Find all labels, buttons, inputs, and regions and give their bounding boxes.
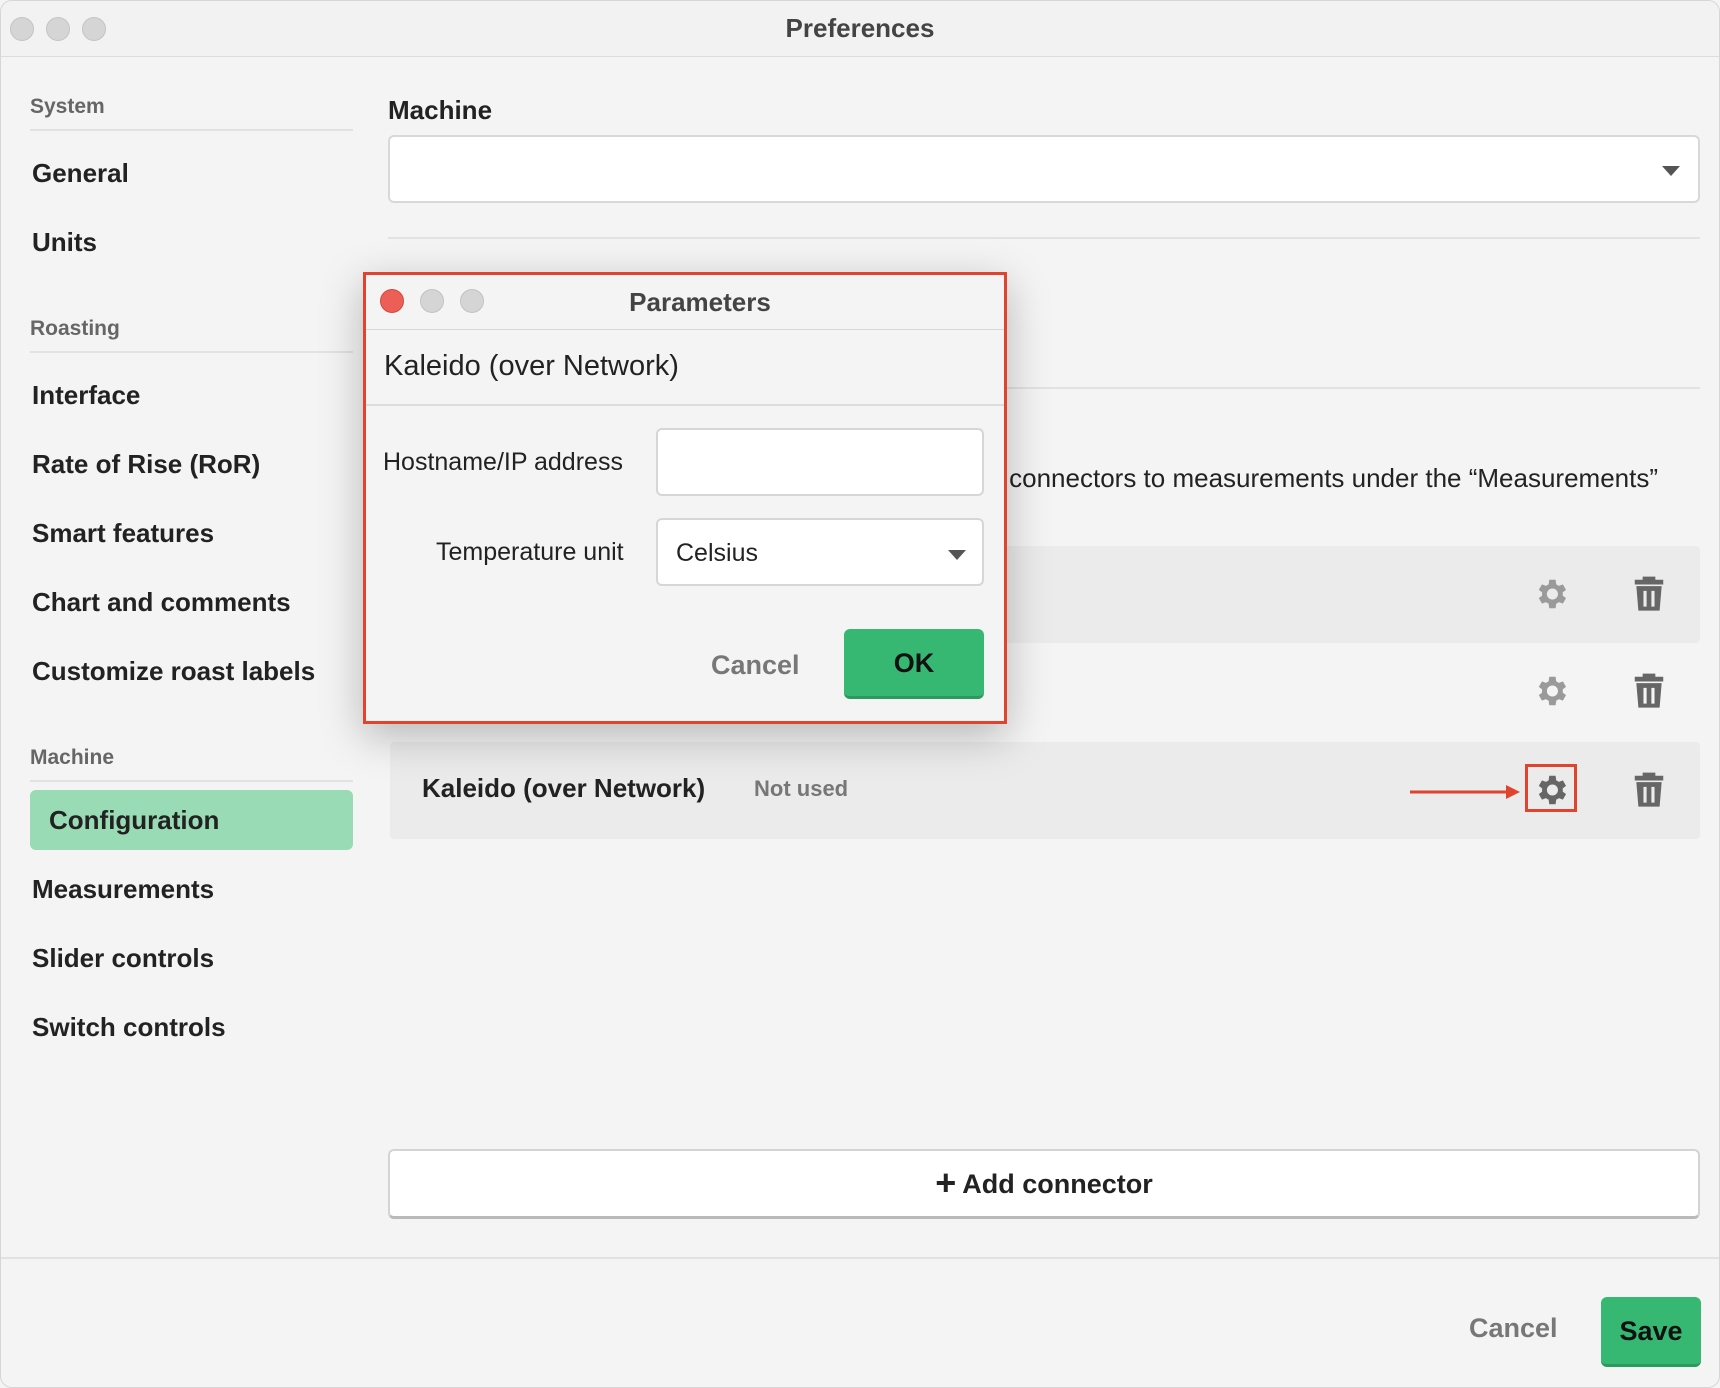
sidebar-section-system: System <box>30 85 353 131</box>
chevron-down-icon <box>948 550 966 560</box>
sidebar-section-machine: Machine <box>30 736 353 782</box>
dialog-ok-button[interactable]: OK <box>844 629 984 699</box>
sidebar-item-smart-features[interactable]: Smart features <box>30 499 353 568</box>
sidebar-item-measurements[interactable]: Measurements <box>30 855 353 924</box>
temperature-unit-value: Celsius <box>676 539 758 567</box>
preferences-window: Preferences System General Units Roastin… <box>0 0 1720 1388</box>
trash-icon[interactable] <box>1632 771 1666 809</box>
sidebar-item-rate-of-rise[interactable]: Rate of Rise (RoR) <box>30 430 353 499</box>
gear-icon[interactable] <box>1532 672 1570 710</box>
machine-label: Machine <box>388 95 493 125</box>
sidebar-section-roasting: Roasting <box>30 307 353 353</box>
sidebar-item-switch-controls[interactable]: Switch controls <box>30 993 353 1062</box>
hostname-input[interactable] <box>656 428 984 496</box>
window-titlebar: Preferences <box>1 1 1719 57</box>
sidebar-item-general[interactable]: General <box>30 139 353 208</box>
sidebar-item-slider-controls[interactable]: Slider controls <box>30 924 353 993</box>
dialog-titlebar: Parameters <box>366 275 1004 330</box>
sidebar-item-units[interactable]: Units <box>30 208 353 277</box>
plus-icon: + <box>935 1162 957 1203</box>
hostname-label: Hostname/IP address <box>383 448 623 476</box>
connector-status: Not used <box>754 776 849 801</box>
divider <box>388 237 1700 239</box>
sidebar: System General Units Roasting Interface … <box>30 85 353 1062</box>
gear-icon[interactable] <box>1532 575 1570 613</box>
sidebar-item-customize-roast-labels[interactable]: Customize roast labels <box>30 637 353 706</box>
footer: Cancel Save <box>1 1257 1719 1387</box>
gear-icon[interactable] <box>1532 771 1570 809</box>
window-title: Preferences <box>785 13 935 43</box>
sidebar-item-interface[interactable]: Interface <box>30 361 353 430</box>
dialog-header: Kaleido (over Network) <box>366 330 1004 406</box>
cancel-button[interactable]: Cancel <box>1469 1313 1558 1344</box>
chevron-down-icon <box>1662 166 1680 176</box>
dialog-cancel-button[interactable]: Cancel <box>711 650 800 681</box>
dialog-title: Parameters <box>629 287 771 317</box>
trash-icon[interactable] <box>1632 672 1666 710</box>
sidebar-item-configuration[interactable]: Configuration <box>30 790 353 850</box>
sidebar-item-chart-comments[interactable]: Chart and comments <box>30 568 353 637</box>
add-connector-button[interactable]: + Add connector <box>388 1149 1700 1219</box>
trash-icon[interactable] <box>1632 575 1666 613</box>
parameters-dialog: Parameters Kaleido (over Network) Hostna… <box>363 272 1007 724</box>
add-connector-label: Add connector <box>962 1169 1153 1199</box>
temperature-unit-label: Temperature unit <box>436 538 624 566</box>
arrow-right-icon <box>1410 785 1520 799</box>
machine-select[interactable] <box>388 135 1700 203</box>
temperature-unit-select[interactable]: Celsius <box>656 518 984 586</box>
connector-name: Kaleido (over Network) <box>422 773 706 803</box>
main-panel: Machine connectors to measurements under… <box>388 85 1700 1219</box>
connector-row-kaleido: Kaleido (over Network) Not used <box>390 742 1700 839</box>
save-button[interactable]: Save <box>1601 1297 1701 1367</box>
